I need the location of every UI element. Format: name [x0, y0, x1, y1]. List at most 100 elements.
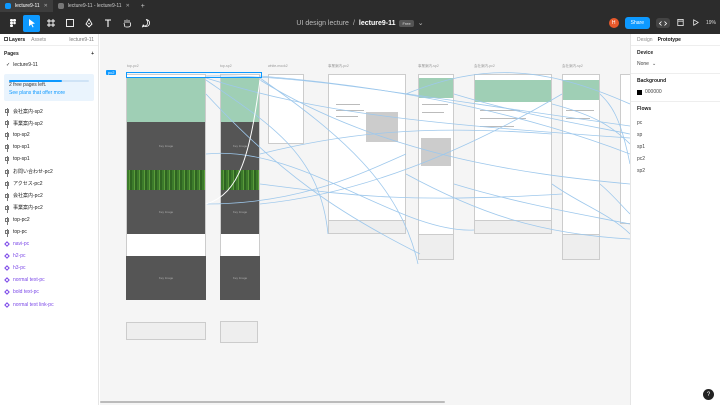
comment-icon — [141, 19, 150, 28]
flow-item[interactable]: sp — [637, 129, 714, 141]
layer-item[interactable]: normal text link-pc — [0, 299, 98, 311]
add-page-button[interactable]: + — [91, 51, 94, 57]
shape-tool-button[interactable] — [61, 15, 78, 32]
free-pages-text: 2 free pages left. — [9, 82, 47, 88]
pen-icon — [84, 18, 93, 28]
layer-label: h3-pc — [13, 265, 26, 272]
present-icon[interactable] — [691, 18, 700, 29]
layer-item[interactable]: アクセス-pc2 — [0, 178, 98, 190]
device-value: None — [637, 61, 649, 67]
hand-tool-button[interactable] — [118, 15, 135, 32]
page-item[interactable]: ✓ lecture9-11 — [0, 59, 98, 71]
layer-label: top-pc — [13, 228, 27, 235]
team-breadcrumb[interactable]: UI design lecture — [296, 20, 349, 27]
main-menu-button[interactable] — [4, 15, 21, 32]
flow-connection — [599, 183, 630, 215]
layer-item[interactable]: h2-pc — [0, 250, 98, 262]
flow-connection — [259, 77, 419, 265]
file-name[interactable]: lecture9-11 — [359, 20, 396, 27]
figma-toolbar: UI design lecture / lecture9-11 Free ⌄ H… — [0, 12, 720, 34]
layer-item[interactable]: h3-pc — [0, 262, 98, 274]
flow-connection — [259, 183, 563, 199]
layer-item[interactable]: 事業案内-sp2 — [0, 117, 98, 129]
tab-prototype[interactable]: Prototype — [658, 37, 681, 43]
new-tab-button[interactable]: + — [135, 3, 151, 10]
flow-item[interactable]: sp1 — [637, 141, 714, 153]
layer-item[interactable]: top-pc — [0, 226, 98, 238]
layer-item[interactable]: 会社案内-sp2 — [0, 105, 98, 117]
checkmark-icon: ✓ — [6, 62, 11, 68]
flow-item[interactable]: sp2 — [637, 165, 714, 177]
move-tool-button[interactable] — [23, 14, 40, 32]
layer-item[interactable]: normal text-pc — [0, 274, 98, 286]
pen-tool-button[interactable] — [80, 15, 97, 32]
avatar[interactable]: H — [608, 18, 619, 28]
background-heading: Background — [637, 78, 667, 84]
selection-outline[interactable] — [126, 72, 262, 78]
tab-design[interactable]: Design — [637, 37, 653, 43]
frame-tool-button[interactable] — [42, 15, 59, 32]
layer-label: 会社案内-pc2 — [13, 193, 43, 200]
layer-item[interactable]: bold text-pc — [0, 286, 98, 298]
frame-icon — [5, 132, 9, 141]
layer-label: 事業案内-sp2 — [13, 120, 43, 127]
background-field[interactable]: 000000 — [637, 89, 714, 95]
prototype-connections — [205, 72, 630, 265]
flow-connection — [405, 173, 630, 240]
layer-item[interactable]: 会社案内-pc2 — [0, 190, 98, 202]
design-canvas[interactable]: top-pc2 top-sp2 white-mock2 事業案内-pc2 事業案… — [100, 34, 630, 405]
flow-item[interactable]: pc — [637, 117, 714, 129]
library-icon[interactable] — [676, 18, 685, 29]
tab-assets[interactable]: Assets — [31, 37, 46, 43]
text-tool-button[interactable] — [99, 15, 116, 32]
page-item-label: lecture9-11 — [13, 62, 38, 68]
layer-label: bold text-pc — [13, 289, 39, 296]
layer-item[interactable]: top-sp2 — [0, 129, 98, 141]
plan-badge: Free — [399, 19, 414, 27]
flow-list: pc sp sp1 pc2 sp2 — [637, 117, 714, 177]
layer-item[interactable]: top-pc2 — [0, 214, 98, 226]
layer-item[interactable]: navi-pc — [0, 238, 98, 250]
layer-label: お問い合わせ-pc2 — [13, 169, 53, 176]
chevron-down-icon[interactable]: ⌄ — [418, 19, 424, 27]
device-heading: Device — [637, 50, 654, 56]
layer-label: 事業案内-pc2 — [13, 205, 43, 212]
flow-connection — [259, 79, 630, 185]
flow-connection — [205, 79, 329, 235]
device-select[interactable]: None ⌄ — [637, 61, 714, 67]
zoom-level[interactable]: 19% — [706, 20, 716, 26]
flow-connection — [205, 152, 475, 231]
layer-item[interactable]: top-sp1 — [0, 141, 98, 153]
flow-connection — [551, 183, 630, 235]
frame-icon — [5, 228, 9, 237]
component-icon — [4, 253, 10, 260]
page-selector[interactable]: lecture9-11 — [69, 37, 94, 43]
frame-icon — [5, 168, 9, 177]
layer-item[interactable]: 事業案内-pc2 — [0, 202, 98, 214]
share-button[interactable]: Share — [624, 17, 650, 29]
layer-item[interactable]: top-sp1 — [0, 153, 98, 165]
help-button[interactable]: ? — [703, 389, 714, 400]
layer-item[interactable]: お問い合わせ-pc2 — [0, 165, 98, 177]
selection-chip[interactable]: pc2 — [106, 70, 117, 75]
tab-layers[interactable]: Layers — [4, 36, 25, 43]
layer-label: top-sp1 — [13, 144, 30, 151]
see-plans-link[interactable]: See plans that offer more — [9, 90, 89, 98]
close-tab-icon[interactable]: ✕ — [126, 3, 130, 9]
pages-heading: Pages — [4, 51, 19, 57]
frame-icon — [5, 204, 9, 213]
cursor-icon — [28, 19, 35, 28]
close-tab-icon[interactable]: ✕ — [44, 3, 48, 9]
text-icon — [104, 19, 111, 27]
color-swatch[interactable] — [637, 89, 642, 95]
dev-mode-toggle[interactable] — [655, 18, 670, 28]
frame-icon — [46, 19, 55, 27]
component-icon — [4, 301, 10, 308]
browser-tab-active[interactable]: lecture9-11 ✕ — [0, 0, 53, 12]
comment-tool-button[interactable] — [137, 15, 154, 32]
horizontal-scrollbar[interactable] — [100, 401, 445, 403]
browser-tab[interactable]: lecture9-11 - lecture9-11 ✕ — [53, 0, 135, 12]
flow-connection — [259, 129, 553, 155]
component-icon — [4, 277, 10, 284]
flow-item[interactable]: pc2 — [637, 153, 714, 165]
